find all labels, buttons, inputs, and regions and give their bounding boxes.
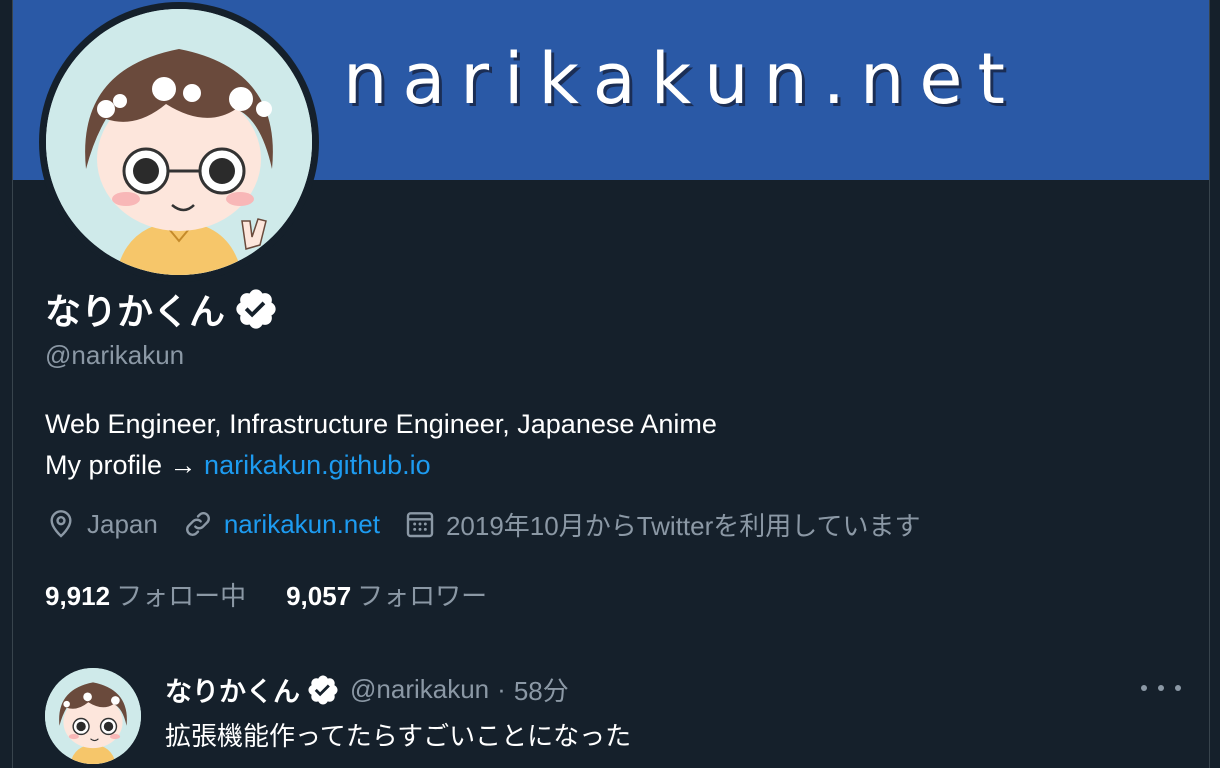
profile-page: narikakun.net なりかくん @narikakun Web Engin… (12, 0, 1210, 768)
more-dot (1141, 685, 1147, 691)
avatar-image (46, 9, 312, 275)
profile-meta: Japan narikakun.net 2019年10月からTwitterを利用… (45, 504, 945, 544)
profile-avatar[interactable] (39, 2, 319, 282)
more-icon[interactable] (1141, 676, 1181, 700)
profile-handle: @narikakun (45, 340, 185, 370)
bio-line-2-prefix: My profile → (45, 450, 205, 480)
followers-label: フォロワー (357, 581, 488, 611)
tweet-author-handle[interactable]: @narikakun (350, 674, 489, 705)
following-label: フォロー中 (116, 581, 247, 611)
tweet-text: 拡張機能作ってたらすごいことになった (165, 722, 632, 752)
followers-count: 9,057 (286, 581, 352, 611)
joined-text: 2019年10月からTwitterを利用しています (445, 510, 921, 541)
tweet-separator: · (497, 674, 506, 704)
bio-line-2: My profile → narikakun.github.io (45, 445, 717, 486)
bio-profile-link[interactable]: narikakun.github.io (204, 450, 431, 480)
tweet-avatar[interactable] (45, 668, 141, 764)
location-pin-icon (50, 510, 72, 538)
calendar-icon (406, 512, 434, 538)
meta-website[interactable]: narikakun.net (182, 508, 380, 540)
link-icon (185, 512, 210, 536)
verified-badge-icon[interactable] (233, 286, 279, 332)
meta-location: Japan (45, 508, 158, 540)
follow-stats: 9,912 フォロー中 9,057 フォロワー (45, 576, 527, 613)
display-name-text: なりかくん (45, 292, 226, 333)
following-count: 9,912 (45, 581, 111, 611)
meta-joined: 2019年10月からTwitterを利用しています (404, 506, 921, 543)
following-link[interactable]: 9,912 フォロー中 (45, 576, 246, 613)
website-link[interactable]: narikakun.net (224, 509, 380, 540)
more-dot (1158, 685, 1164, 691)
followers-link[interactable]: 9,057 フォロワー (286, 576, 487, 613)
location-text: Japan (87, 508, 158, 539)
bio-line-1: Web Engineer, Infrastructure Engineer, J… (45, 409, 717, 439)
tweet-header: なりかくん @narikakun · 58分 (165, 670, 569, 709)
banner-site-text: narikakun.net (343, 38, 1020, 120)
verified-badge-icon[interactable] (306, 673, 340, 707)
profile-display-name: なりかくん (45, 283, 279, 335)
profile-bio: Web Engineer, Infrastructure Engineer, J… (45, 404, 717, 486)
tweet-timestamp[interactable]: 58分 (514, 671, 569, 708)
more-dot (1175, 685, 1181, 691)
tweet-author-name[interactable]: なりかくん (165, 670, 300, 709)
